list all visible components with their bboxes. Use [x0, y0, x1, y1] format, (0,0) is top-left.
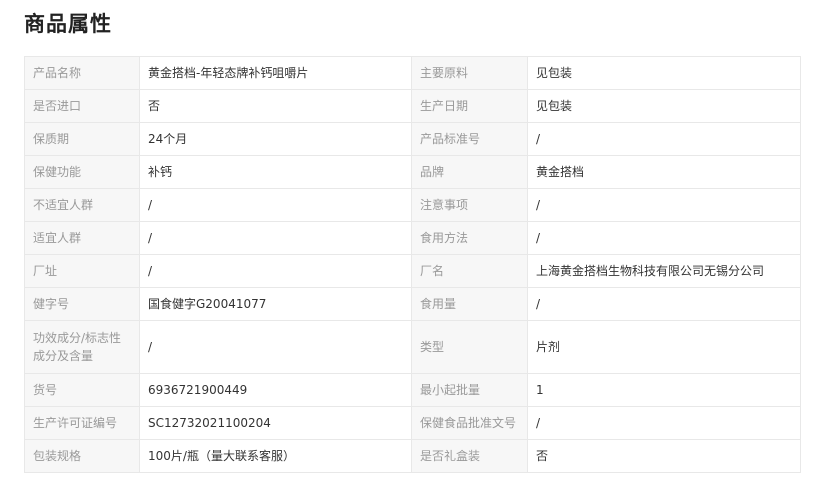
attribute-label: 类型 [411, 320, 528, 374]
attribute-label: 保质期 [24, 122, 140, 156]
attribute-value: 片剂 [527, 320, 801, 374]
table-row: 不适宜人群 / 注意事项 / [24, 188, 801, 222]
attribute-label: 生产日期 [411, 89, 528, 123]
attribute-value: 见包装 [527, 56, 801, 90]
attribute-value: / [527, 287, 801, 321]
attribute-label: 厂址 [24, 254, 140, 288]
attribute-value: / [527, 188, 801, 222]
attribute-label: 保健食品批准文号 [411, 406, 528, 440]
attribute-label: 功效成分/标志性成分及含量 [24, 320, 140, 374]
attribute-value: / [139, 254, 412, 288]
table-row: 健字号 国食健字G20041077 食用量 / [24, 287, 801, 321]
attribute-value: / [527, 406, 801, 440]
table-row: 是否进口 否 生产日期 见包装 [24, 89, 801, 123]
attribute-label: 产品标准号 [411, 122, 528, 156]
attribute-value: 黄金搭档 [527, 155, 801, 189]
attribute-label: 食用量 [411, 287, 528, 321]
attribute-label: 不适宜人群 [24, 188, 140, 222]
table-row: 保质期 24个月 产品标准号 / [24, 122, 801, 156]
attribute-value: 补钙 [139, 155, 412, 189]
attribute-label: 生产许可证编号 [24, 406, 140, 440]
attribute-value: SC12732021100204 [139, 406, 412, 440]
attribute-label: 注意事项 [411, 188, 528, 222]
attribute-label: 保健功能 [24, 155, 140, 189]
table-row: 货号 6936721900449 最小起批量 1 [24, 373, 801, 407]
attribute-value: 24个月 [139, 122, 412, 156]
attribute-label: 品牌 [411, 155, 528, 189]
attribute-value: / [139, 221, 412, 255]
attribute-label: 健字号 [24, 287, 140, 321]
attribute-value: / [527, 122, 801, 156]
attribute-label: 主要原料 [411, 56, 528, 90]
attribute-value: 见包装 [527, 89, 801, 123]
table-row: 生产许可证编号 SC12732021100204 保健食品批准文号 / [24, 406, 801, 440]
attribute-label: 产品名称 [24, 56, 140, 90]
attribute-label: 厂名 [411, 254, 528, 288]
attribute-value: 100片/瓶（量大联系客服） [139, 439, 412, 473]
attribute-label: 适宜人群 [24, 221, 140, 255]
attribute-value: 黄金搭档-年轻态牌补钙咀嚼片 [139, 56, 412, 90]
section-title: 商品属性 [24, 12, 112, 36]
table-row: 功效成分/标志性成分及含量 / 类型 片剂 [24, 320, 801, 374]
table-row: 产品名称 黄金搭档-年轻态牌补钙咀嚼片 主要原料 见包装 [24, 56, 801, 90]
attribute-value: 否 [527, 439, 801, 473]
attribute-value: / [527, 221, 801, 255]
product-attributes-table: 产品名称 黄金搭档-年轻态牌补钙咀嚼片 主要原料 见包装 是否进口 否 生产日期… [24, 56, 801, 473]
attribute-value: 上海黄金搭档生物科技有限公司无锡分公司 [527, 254, 801, 288]
attribute-value: / [139, 320, 412, 374]
attribute-label: 是否进口 [24, 89, 140, 123]
table-row: 包装规格 100片/瓶（量大联系客服） 是否礼盒装 否 [24, 439, 801, 473]
attribute-label: 货号 [24, 373, 140, 407]
attribute-value: 国食健字G20041077 [139, 287, 412, 321]
attribute-value: / [139, 188, 412, 222]
attribute-label: 是否礼盒装 [411, 439, 528, 473]
attribute-value: 6936721900449 [139, 373, 412, 407]
attribute-value: 1 [527, 373, 801, 407]
attribute-label: 食用方法 [411, 221, 528, 255]
attribute-value: 否 [139, 89, 412, 123]
table-row: 适宜人群 / 食用方法 / [24, 221, 801, 255]
attribute-label: 包装规格 [24, 439, 140, 473]
table-row: 厂址 / 厂名 上海黄金搭档生物科技有限公司无锡分公司 [24, 254, 801, 288]
table-row: 保健功能 补钙 品牌 黄金搭档 [24, 155, 801, 189]
attribute-label: 最小起批量 [411, 373, 528, 407]
